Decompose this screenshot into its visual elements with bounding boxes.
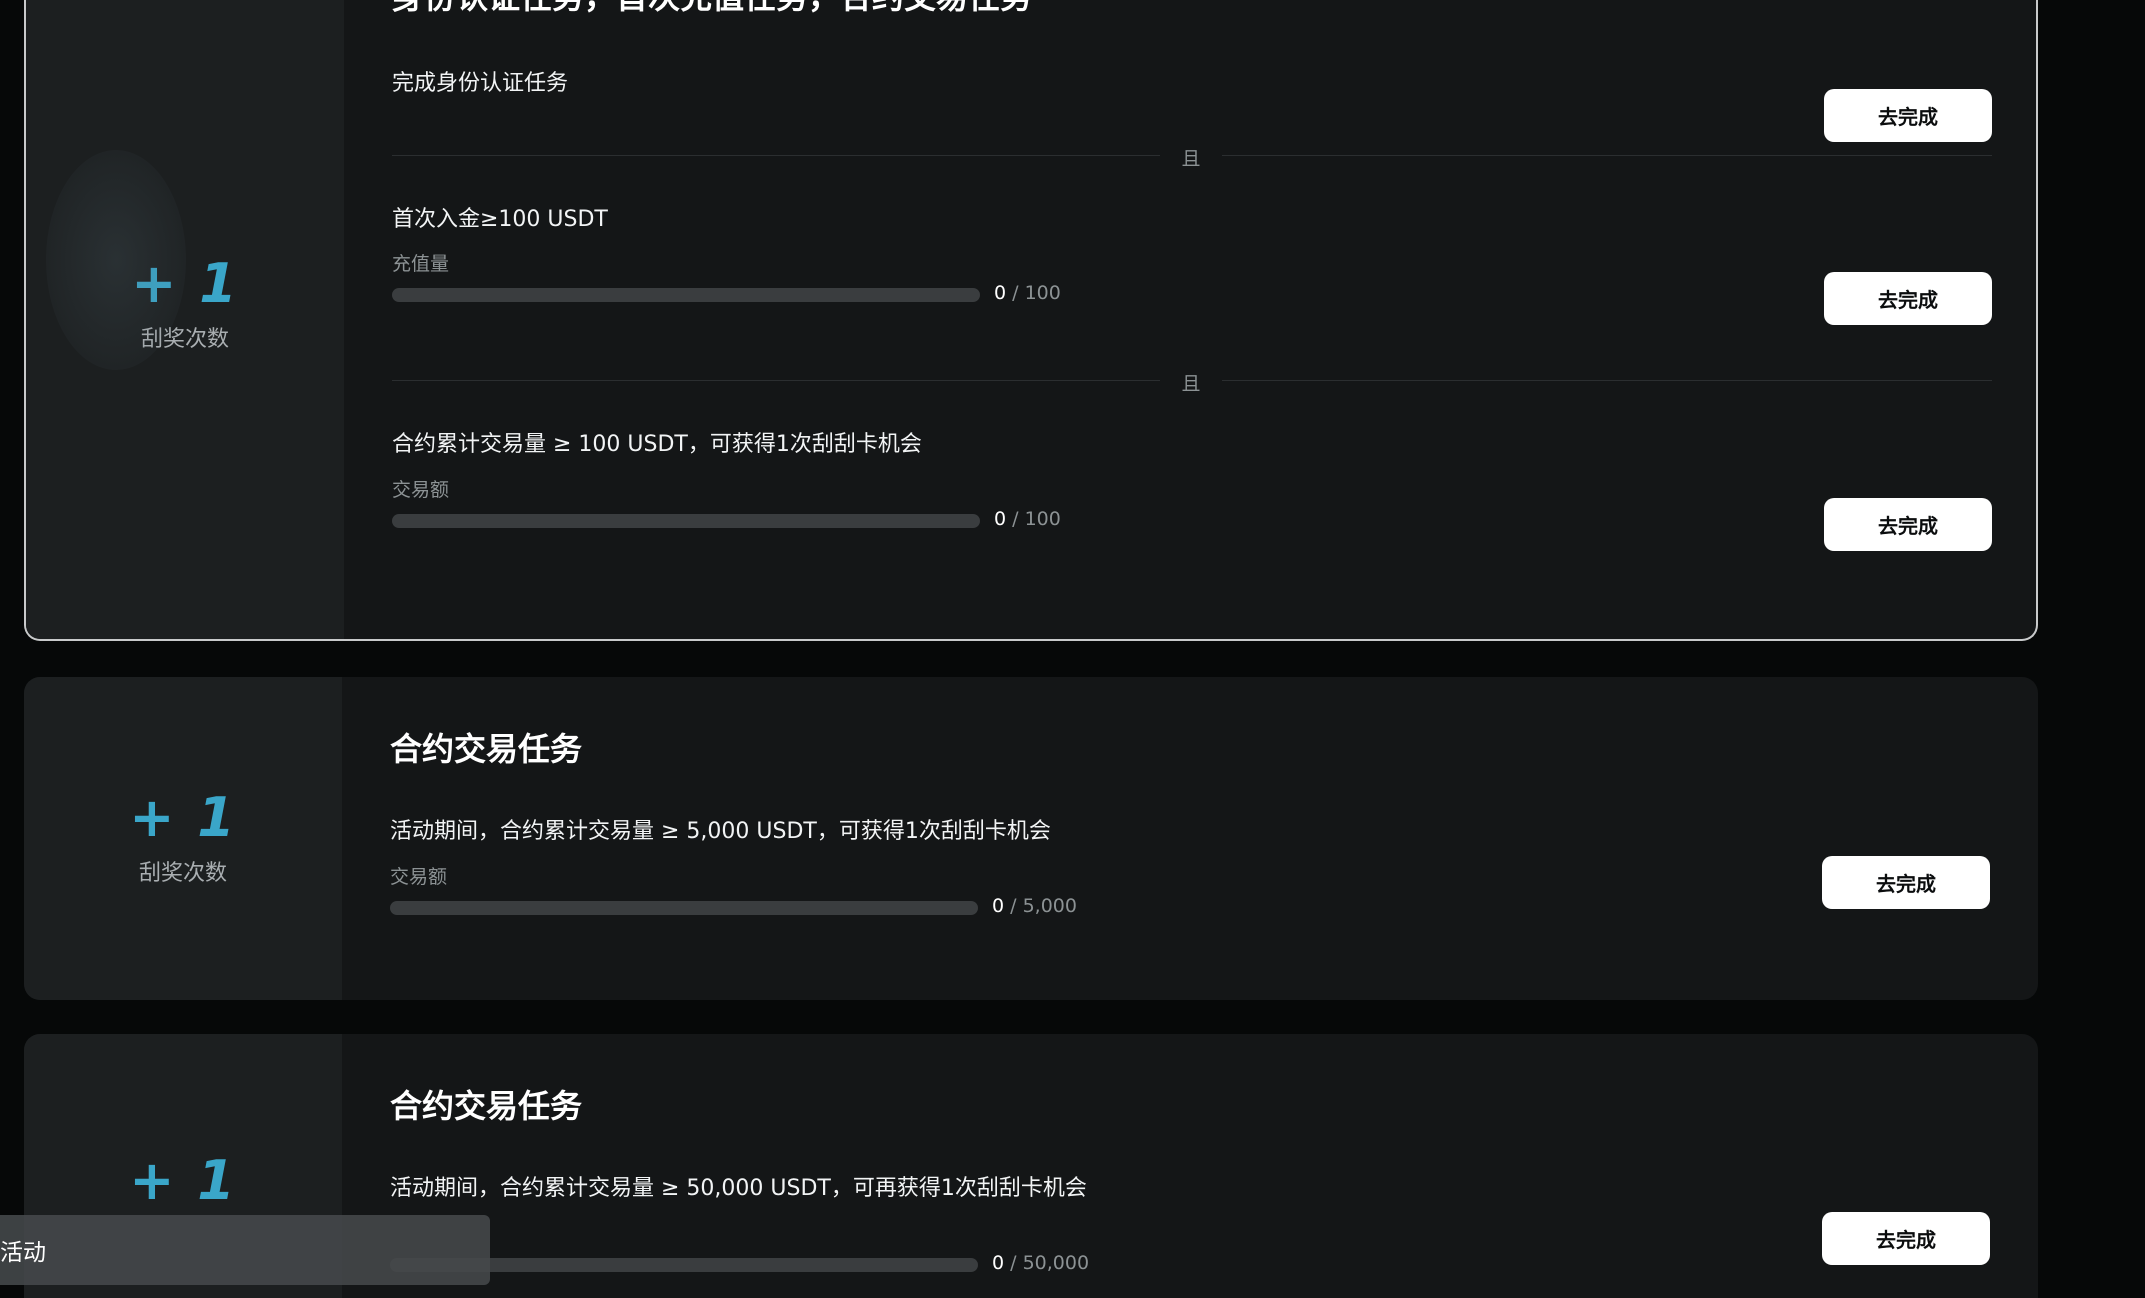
activity-toast[interactable]: 活动 <box>0 1215 490 1285</box>
task-description: 活动期间，合约累计交易量 ≥ 50,000 USDT，可再获得1次刮刮卡机会 <box>390 1176 1087 1201</box>
task-card-combined: + 1 刮奖次数 身份认证任务，首次充值任务，合约交易任务 完成身份认证任务 去… <box>24 0 2038 641</box>
progress-bar <box>392 288 980 302</box>
reward-count: + 1 <box>129 1149 237 1212</box>
metric-label: 交易额 <box>392 479 450 501</box>
card-title: 身份认证任务，首次充值任务，合约交易任务 <box>392 0 1032 18</box>
card-title: 合约交易任务 <box>390 1087 583 1125</box>
progress-total: / 100 <box>1012 282 1061 304</box>
metric-label: 交易额 <box>390 866 448 888</box>
progress-readout: 0 / 100 <box>994 508 1061 530</box>
progress-total: / 100 <box>1012 508 1061 530</box>
progress-readout: 0 / 5,000 <box>992 895 1077 917</box>
progress-current: 0 <box>992 895 1005 917</box>
go-complete-button[interactable]: 去完成 <box>1824 272 1992 325</box>
metric-label: 充值量 <box>392 253 450 275</box>
and-label: 且 <box>1181 148 1201 170</box>
progress-current: 0 <box>992 1252 1005 1274</box>
go-complete-button[interactable]: 去完成 <box>1822 1212 1990 1265</box>
progress-total: / 5,000 <box>1010 895 1077 917</box>
reward-count: + 1 <box>129 785 237 849</box>
reward-panel: + 1 刮奖次数 <box>24 677 342 1000</box>
progress-current: 0 <box>994 508 1007 530</box>
reward-count: + 1 <box>131 251 239 315</box>
and-divider: 且 <box>392 144 1992 170</box>
task-list-page: + 1 刮奖次数 身份认证任务，首次充值任务，合约交易任务 完成身份认证任务 去… <box>0 0 2145 1298</box>
progress-readout: 0 / 50,000 <box>992 1252 1089 1274</box>
go-complete-button[interactable]: 去完成 <box>1824 498 1992 551</box>
go-complete-button[interactable]: 去完成 <box>1822 856 1990 909</box>
task-description: 合约累计交易量 ≥ 100 USDT，可获得1次刮刮卡机会 <box>392 432 922 457</box>
divider-line <box>1222 155 1992 156</box>
progress-total: / 50,000 <box>1010 1252 1090 1274</box>
divider-line <box>392 380 1160 381</box>
task-card-contract-5000: + 1 刮奖次数 合约交易任务 活动期间，合约累计交易量 ≥ 5,000 USD… <box>24 677 2038 1000</box>
progress-current: 0 <box>994 282 1007 304</box>
and-label: 且 <box>1181 373 1201 395</box>
reward-count-label: 刮奖次数 <box>140 326 229 352</box>
and-divider: 且 <box>392 369 1992 395</box>
divider-line <box>1222 380 1992 381</box>
progress-readout: 0 / 100 <box>994 282 1061 304</box>
progress-bar <box>390 901 978 915</box>
task-description: 完成身份认证任务 <box>392 71 569 96</box>
card-title: 合约交易任务 <box>390 730 583 768</box>
reward-count-label: 刮奖次数 <box>138 860 227 886</box>
toast-text: 活动 <box>0 1240 46 1266</box>
reward-panel: + 1 刮奖次数 <box>26 0 344 639</box>
go-complete-button[interactable]: 去完成 <box>1824 89 1992 142</box>
progress-bar <box>392 514 980 528</box>
task-description: 活动期间，合约累计交易量 ≥ 5,000 USDT，可获得1次刮刮卡机会 <box>390 819 1051 844</box>
divider-line <box>392 155 1160 156</box>
task-description: 首次入金≥100 USDT <box>392 207 608 232</box>
